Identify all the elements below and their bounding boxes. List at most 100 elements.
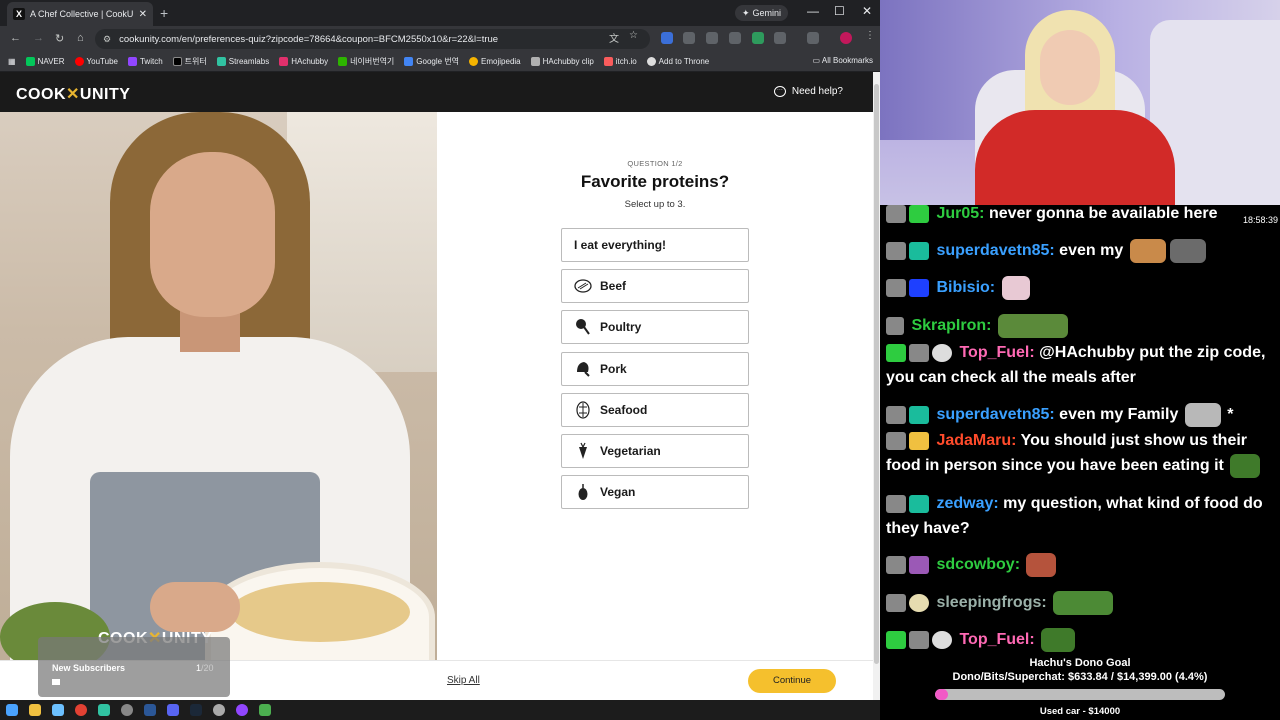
- option-label: Poultry: [600, 320, 642, 334]
- chat-badge-icon: [909, 405, 929, 424]
- option-seafood[interactable]: Seafood: [561, 393, 749, 427]
- url-text: cookunity.com/en/preferences-quiz?zipcod…: [119, 33, 499, 45]
- streamlabs-icon: [216, 57, 226, 66]
- site-info-icon[interactable]: ⚙: [103, 34, 111, 45]
- new-tab-icon[interactable]: +: [160, 5, 168, 21]
- taskbar-app-icon[interactable]: [144, 704, 156, 716]
- beef-icon: [574, 277, 592, 295]
- bookmark-streamlabs[interactable]: Streamlabs: [216, 57, 269, 66]
- chat-badge-icon: [886, 555, 906, 574]
- emote-icon: [1129, 238, 1166, 263]
- back-icon[interactable]: ←: [10, 32, 21, 44]
- extensions-puzzle-icon[interactable]: [774, 32, 786, 44]
- option-label: Pork: [600, 362, 627, 376]
- streamlabs-icon[interactable]: [98, 704, 110, 716]
- new-subscribers-widget: New Subscribers 1/20: [38, 637, 230, 697]
- file-explorer-icon[interactable]: [29, 704, 41, 716]
- bookmark-naver-translate[interactable]: 네이버번역기: [338, 56, 394, 67]
- continue-button[interactable]: Continue: [748, 669, 836, 693]
- browser-window: X A Chef Collective | CookUnity | ✕ + ✦ …: [0, 0, 880, 700]
- extension-icon[interactable]: [661, 32, 673, 44]
- option-eat-everything[interactable]: I eat everything!: [561, 228, 749, 262]
- taskbar: [0, 700, 880, 720]
- tab-cookunity[interactable]: X A Chef Collective | CookUnity | ✕: [7, 2, 153, 26]
- need-help-button[interactable]: ··· Need help?: [773, 86, 843, 97]
- chat-badge-icon: [909, 343, 929, 362]
- side-panel-icon[interactable]: [807, 32, 819, 44]
- page-scrollbar[interactable]: [873, 72, 880, 700]
- donation-goal-widget: Hachu's Dono Goal Dono/Bits/Superchat: $…: [880, 655, 1280, 720]
- preferences-quiz: QUESTION 1/2 Favorite proteins? Select u…: [437, 112, 873, 660]
- folder-icon: ▭: [812, 56, 822, 65]
- gemini-button[interactable]: ✦ Gemini: [735, 5, 789, 21]
- webcam-feed: [880, 0, 1280, 215]
- option-beef[interactable]: Beef: [561, 269, 749, 303]
- chat-badge-icon: [909, 278, 929, 297]
- bookmark-hachubby[interactable]: HAchubby: [279, 57, 328, 66]
- chrome-icon[interactable]: [75, 704, 87, 716]
- bookmark-twitch[interactable]: Twitch: [127, 57, 163, 66]
- profile-avatar[interactable]: [840, 32, 852, 44]
- extension-icon[interactable]: [706, 32, 718, 44]
- minimize-icon[interactable]: —: [807, 4, 819, 18]
- chat-badge-icon: [886, 316, 904, 335]
- forward-icon[interactable]: →: [33, 32, 44, 44]
- extension-icon[interactable]: [729, 32, 741, 44]
- cam-streamer-body: [975, 110, 1175, 215]
- bookmark-youtube[interactable]: YouTube: [74, 57, 118, 66]
- browser-toolbar: ← → ↻ ⌂ ⚙ cookunity.com/en/preferences-q…: [0, 26, 880, 52]
- taskbar-app-icon[interactable]: [259, 704, 271, 716]
- bookmark-emojipedia[interactable]: Emojipedia: [469, 57, 521, 66]
- menu-kebab-icon[interactable]: ⋮: [865, 30, 875, 41]
- screen: X A Chef Collective | CookUnity | ✕ + ✦ …: [0, 0, 1280, 720]
- hero-chef-photo: COOK✕UNITY: [0, 112, 437, 660]
- seafood-icon: [574, 401, 592, 419]
- bookmark-twitter[interactable]: 트위터: [172, 56, 207, 67]
- discord-icon[interactable]: [167, 704, 179, 716]
- option-poultry[interactable]: Poultry: [561, 310, 749, 344]
- scrollbar-thumb[interactable]: [874, 84, 879, 664]
- taskbar-app-icon[interactable]: [52, 704, 64, 716]
- bookmark-google-translate[interactable]: Google 번역: [404, 56, 459, 67]
- start-windows-icon[interactable]: [6, 704, 18, 716]
- maximize-icon[interactable]: ☐: [834, 4, 845, 18]
- taskbar-app-icon[interactable]: [213, 704, 225, 716]
- chat-badge-icon: [909, 593, 929, 612]
- sparkle-icon: ✦: [742, 7, 750, 18]
- bookmark-hachubby-clip[interactable]: HAchubby clip: [530, 57, 594, 66]
- extension-icon[interactable]: [683, 32, 695, 44]
- google-translate-icon: [404, 57, 414, 66]
- chat-badge-icon: [886, 343, 906, 362]
- home-icon[interactable]: ⌂: [77, 32, 84, 44]
- taskbar-app-icon[interactable]: [121, 704, 133, 716]
- eggplant-icon: [574, 483, 592, 501]
- chat-message: SkrapIron:: [886, 313, 1276, 338]
- x-icon: [172, 57, 182, 66]
- option-vegan[interactable]: Vegan: [561, 475, 749, 509]
- steam-icon[interactable]: [190, 704, 202, 716]
- chat-badge-icon: [886, 630, 906, 649]
- bookmark-throne[interactable]: Add to Throne: [646, 57, 709, 66]
- chat-badge-icon: [932, 630, 952, 649]
- emote-icon: [1041, 627, 1076, 652]
- option-pork[interactable]: Pork: [561, 352, 749, 386]
- bookmark-star-icon[interactable]: ☆: [629, 30, 638, 41]
- skip-all-link[interactable]: Skip All: [447, 675, 480, 686]
- option-vegetarian[interactable]: Vegetarian: [561, 434, 749, 468]
- address-bar[interactable]: ⚙ cookunity.com/en/preferences-quiz?zipc…: [95, 29, 650, 49]
- chat-message: JadaMaru: You should just show us their …: [886, 428, 1276, 478]
- extension-icon[interactable]: [752, 32, 764, 44]
- translate-icon[interactable]: 文: [609, 30, 619, 45]
- close-window-icon[interactable]: ✕: [862, 4, 872, 18]
- bookmark-naver[interactable]: NAVER: [25, 57, 65, 66]
- chat-message: superdavetn85: even my: [886, 238, 1276, 263]
- taskbar-app-icon[interactable]: [236, 704, 248, 716]
- close-icon[interactable]: ✕: [139, 9, 147, 20]
- reload-icon[interactable]: ↻: [55, 32, 64, 45]
- chat-badge-icon: [886, 431, 906, 450]
- photo-hand: [150, 582, 240, 632]
- cookunity-logo[interactable]: COOK✕UNITY: [16, 84, 130, 104]
- all-bookmarks[interactable]: ▭ All Bookmarks: [813, 56, 873, 65]
- bookmark-itchio[interactable]: itch.io: [603, 57, 637, 66]
- apps-grid-icon[interactable]: ▦: [8, 57, 16, 66]
